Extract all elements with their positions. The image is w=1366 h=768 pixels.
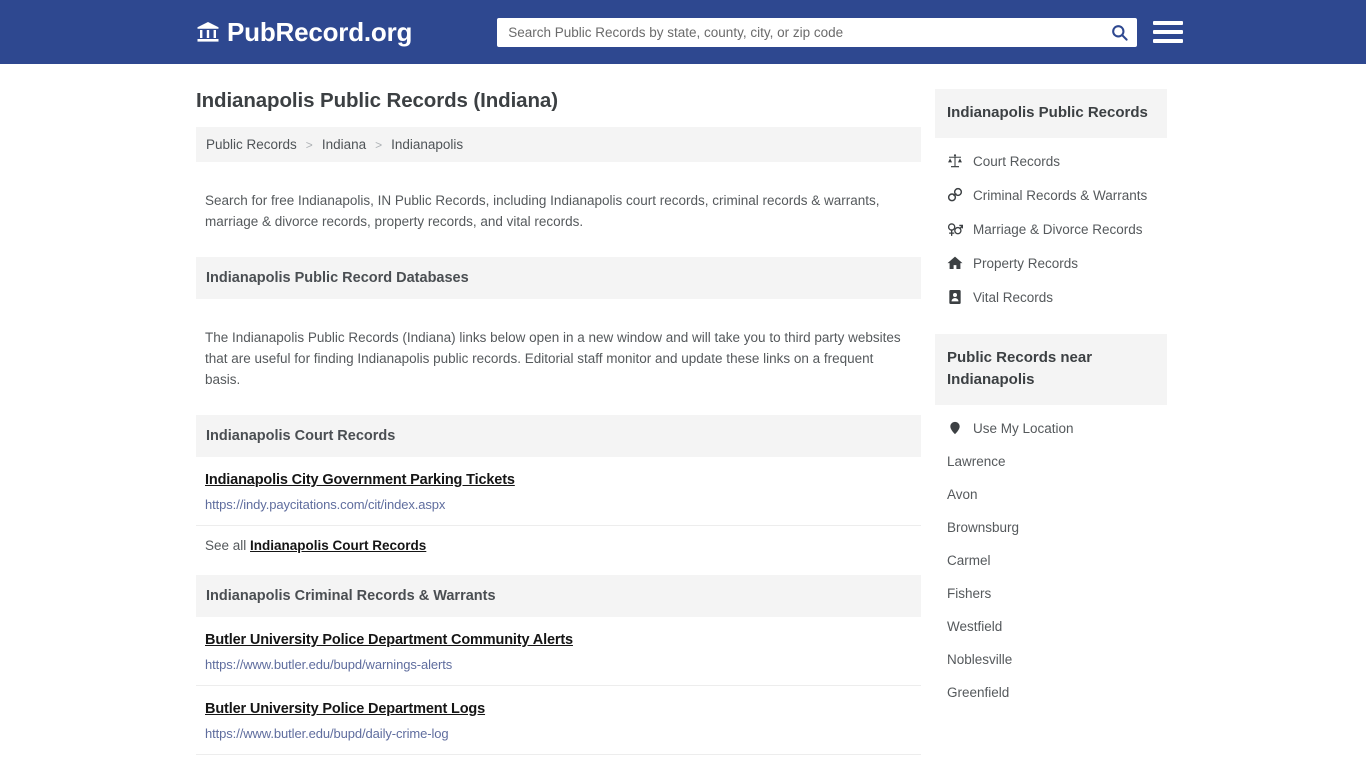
record-link-row: Butler University Police Department Logs… [196,686,921,755]
map-pin-icon [947,420,963,436]
breadcrumb-item-public-records[interactable]: Public Records [206,137,297,152]
sidebar-heading-near: Public Records near Indianapolis [935,334,1167,405]
record-link-row: Indianapolis City Government Parking Tic… [196,457,921,526]
sidebar-item-vital-records[interactable]: Vital Records [935,280,1167,314]
nearby-city-item[interactable]: Greenfield [935,676,1167,709]
sidebar-item-label: Vital Records [973,289,1054,305]
breadcrumb-item-indiana[interactable]: Indiana [322,137,366,152]
hamburger-bar [1153,21,1184,25]
record-link-title[interactable]: Indianapolis City Government Parking Tic… [205,472,515,488]
handcuffs-icon [947,187,963,203]
search-input[interactable] [497,17,1138,47]
hamburger-bar [1153,39,1184,43]
record-link-row: Butler University Police Department Comm… [196,617,921,686]
record-link-url[interactable]: https://indy.paycitations.com/cit/index.… [205,497,912,512]
hamburger-bar [1153,30,1184,34]
breadcrumb: Public Records > Indiana > Indianapolis [196,127,921,162]
chevron-right-icon: > [305,137,313,152]
page-title: Indianapolis Public Records (Indiana) [196,89,558,112]
sidebar-item-label: Property Records [973,255,1079,271]
sidebar-item-label: Court Records [973,153,1061,169]
home-icon [947,255,963,271]
record-link-url[interactable]: https://www.butler.edu/bupd/warnings-ale… [205,657,912,672]
sidebar-item-court-records[interactable]: Court Records [935,144,1167,178]
page-body: Indianapolis Public Records (Indiana) Pu… [0,64,1366,768]
record-link-row: City of Indianapolis Community Alerts ht… [196,755,921,768]
record-link-title[interactable]: Butler University Police Department Logs [205,701,485,717]
sidebar-heading-records: Indianapolis Public Records [935,89,1167,138]
site-header: PubRecord.org [0,0,1366,64]
use-my-location-button[interactable]: Use My Location [935,411,1167,445]
nearby-city-item[interactable]: Avon [935,478,1167,511]
sidebar-item-label: Criminal Records & Warrants [973,187,1148,203]
sidebar: Indianapolis Public Records Court Record… [935,89,1167,768]
search-icon[interactable] [1107,21,1131,44]
nearby-city-item[interactable]: Westfield [935,610,1167,643]
sidebar-item-label: Marriage & Divorce Records [973,221,1143,237]
venus-mars-icon [947,221,963,237]
hamburger-menu-icon[interactable] [1153,19,1184,45]
record-link-title[interactable]: Butler University Police Department Comm… [205,632,573,648]
sidebar-item-criminal-records[interactable]: Criminal Records & Warrants [935,178,1167,212]
nearby-city-item[interactable]: Fishers [935,577,1167,610]
site-logo-text: PubRecord.org [227,16,413,47]
scales-of-justice-icon [947,153,963,169]
bank-building-icon [196,20,220,44]
main-content: Indianapolis Public Records (Indiana) Pu… [196,64,921,768]
record-link-url[interactable]: https://www.butler.edu/bupd/daily-crime-… [205,726,912,741]
chevron-right-icon: > [375,137,383,152]
breadcrumb-item-indianapolis[interactable]: Indianapolis [391,137,463,152]
section-heading-court-records: Indianapolis Court Records [196,415,921,457]
use-my-location-label: Use My Location [973,420,1074,436]
nearby-city-item[interactable]: Lawrence [935,445,1167,478]
id-card-icon [947,289,963,305]
sidebar-records-list: Court Records Criminal Records & Warrant… [935,138,1167,318]
nearby-city-item[interactable]: Noblesville [935,643,1167,676]
intro-text: Search for free Indianapolis, IN Public … [205,192,880,229]
sidebar-item-marriage-divorce-records[interactable]: Marriage & Divorce Records [935,212,1167,246]
section-heading-criminal-records: Indianapolis Criminal Records & Warrants [196,575,921,617]
nearby-city-item[interactable]: Brownsburg [935,511,1167,544]
sidebar-item-property-records[interactable]: Property Records [935,246,1167,280]
nearby-city-item[interactable]: Carmel [935,544,1167,577]
site-logo[interactable]: PubRecord.org [196,17,412,48]
sidebar-nearby-list: Use My Location Lawrence Avon Brownsburg… [935,405,1167,713]
databases-description: The Indianapolis Public Records (Indiana… [205,329,901,387]
see-all-court-records: See all Indianapolis Court Records [196,526,921,567]
search-bar [497,17,1138,47]
databases-heading: Indianapolis Public Record Databases [196,257,921,299]
see-all-prefix: See all [205,538,251,553]
see-all-link[interactable]: Indianapolis Court Records [250,538,426,553]
